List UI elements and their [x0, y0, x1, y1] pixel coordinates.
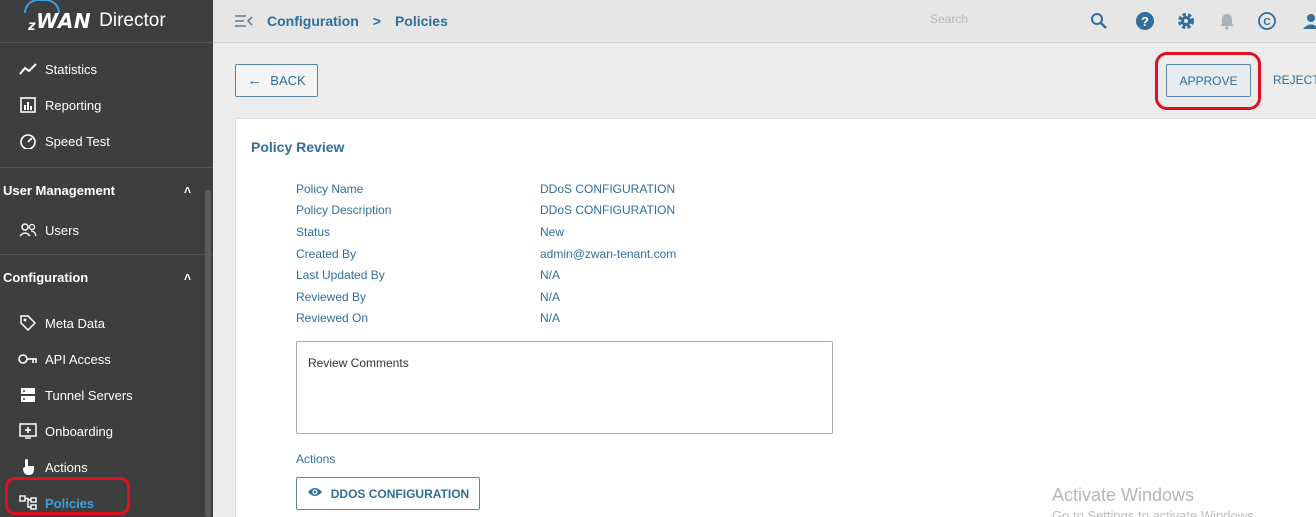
card-title: Policy Review [251, 139, 345, 155]
copyright-icon[interactable]: C [1256, 10, 1278, 32]
svg-text:C: C [1263, 17, 1270, 28]
chevron-up-icon: ˄ [183, 270, 191, 284]
bar-chart-icon [18, 95, 38, 115]
policy-review-card: Policy Review Policy Name DDoS CONFIGURAT… [235, 118, 1316, 517]
key-icon [18, 349, 38, 369]
add-box-icon [18, 421, 38, 441]
sidebar-item-meta-data[interactable]: Meta Data [0, 305, 213, 341]
touch-icon [18, 457, 38, 477]
sidebar-item-api-access[interactable]: API Access [0, 341, 213, 377]
bell-icon[interactable] [1216, 10, 1238, 32]
gear-icon[interactable] [1175, 10, 1197, 32]
view-action-button[interactable]: DDOS CONFIGURATION [296, 477, 480, 510]
server-icon [18, 385, 38, 405]
help-icon[interactable]: ? [1134, 10, 1156, 32]
speedometer-icon [18, 131, 38, 151]
svg-text:?: ? [1141, 14, 1149, 29]
policy-details: Policy Name DDoS CONFIGURATION Policy Des… [296, 178, 676, 329]
windows-activation-watermark: Activate Windows [1052, 485, 1195, 505]
users-icon [18, 220, 38, 240]
sidebar: zWAN Director Statistics Reporting Speed… [0, 0, 213, 517]
detail-row: Policy Description DDoS CONFIGURATION [296, 203, 676, 218]
reject-button[interactable]: REJECT [1273, 73, 1316, 87]
sidebar-item-onboarding[interactable]: Onboarding [0, 413, 213, 449]
detail-row: Policy Name DDoS CONFIGURATION [296, 181, 676, 196]
review-comments-field[interactable]: Review Comments [296, 341, 833, 434]
breadcrumb-configuration[interactable]: Configuration [267, 13, 359, 29]
detail-row: Last Updated By N/A [296, 268, 561, 283]
zwan-logo: zWAN [24, 0, 91, 34]
section-configuration[interactable]: Configuration ˄ [0, 254, 213, 299]
detail-row: Reviewed On N/A [296, 311, 561, 326]
actions-label: Actions [296, 452, 336, 466]
annotation-highlight-policies [5, 477, 130, 515]
topbar: Configuration > Policies Search ? C [213, 0, 1316, 43]
review-comments-label: Review Comments [308, 356, 409, 370]
app-title: Director [99, 10, 166, 31]
windows-activation-subtext: Go to Settings to activate Windows. [1052, 508, 1258, 517]
arrow-left-icon: ← [247, 72, 263, 89]
chevron-up-icon: ˄ [183, 183, 191, 197]
menu-collapse-icon[interactable] [235, 14, 253, 28]
back-button[interactable]: ← BACK [235, 64, 318, 97]
section-user-management[interactable]: User Management ˄ [0, 167, 213, 212]
sidebar-item-users[interactable]: Users [0, 212, 213, 248]
sidebar-item-tunnel-servers[interactable]: Tunnel Servers [0, 377, 213, 413]
sidebar-scrollbar[interactable] [205, 190, 211, 517]
sidebar-item-speed-test[interactable]: Speed Test [0, 123, 213, 159]
detail-row: Created By admin@zwan-tenant.com [296, 246, 677, 261]
breadcrumb: Configuration > Policies [267, 13, 448, 29]
detail-row: Reviewed By N/A [296, 289, 561, 304]
tag-icon [18, 313, 38, 333]
chevron-right-icon: > [372, 13, 381, 29]
search-icon[interactable] [1088, 10, 1110, 32]
user-icon[interactable] [1300, 10, 1316, 32]
brand[interactable]: zWAN Director [0, 0, 213, 43]
top-icons: ? C [1088, 10, 1316, 32]
detail-row: Status New [296, 224, 565, 239]
breadcrumb-policies[interactable]: Policies [395, 13, 448, 29]
annotation-highlight-approve [1155, 52, 1261, 110]
search-input[interactable]: Search [930, 12, 968, 26]
sidebar-item-statistics[interactable]: Statistics [0, 51, 213, 87]
sidebar-item-reporting[interactable]: Reporting [0, 87, 213, 123]
eye-icon [307, 486, 323, 501]
chart-line-icon [18, 59, 38, 79]
